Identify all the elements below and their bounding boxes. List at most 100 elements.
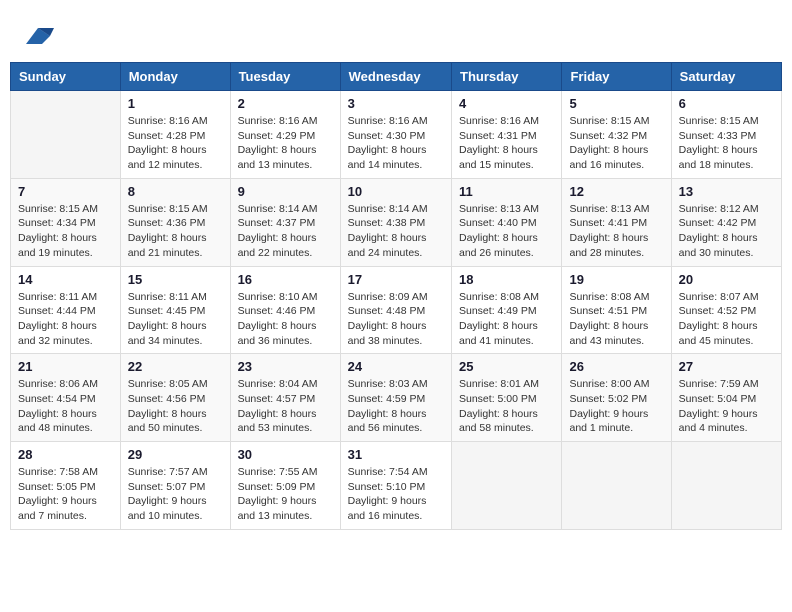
day-info: Sunrise: 8:13 AM Sunset: 4:40 PM Dayligh… — [459, 202, 554, 261]
day-number: 2 — [238, 96, 333, 111]
calendar-cell: 23Sunrise: 8:04 AM Sunset: 4:57 PM Dayli… — [230, 354, 340, 442]
calendar-cell: 26 Sunrise: 8:00 AM Sunset: 5:02 PM Dayli… — [562, 354, 671, 442]
weekday-header-tuesday: Tuesday — [230, 63, 340, 91]
calendar-cell — [671, 442, 781, 530]
day-info: Sunrise: 8:00 AM Sunset: 5:02 PM Dayligh… — [569, 377, 663, 436]
day-number: 26 — [569, 359, 663, 374]
weekday-header-wednesday: Wednesday — [340, 63, 451, 91]
day-number: 31 — [348, 447, 444, 462]
day-number: 3 — [348, 96, 444, 111]
day-info: Sunrise: 8:16 AM Sunset: 4:28 PM Dayligh… — [128, 114, 223, 173]
calendar-cell: 30 Sunrise: 7:55 AM Sunset: 5:09 PM Dayli… — [230, 442, 340, 530]
day-number: 29 — [128, 447, 223, 462]
calendar-cell: 2 Sunrise: 8:16 AM Sunset: 4:29 PM Daylig… — [230, 91, 340, 179]
day-number: 7 — [18, 184, 113, 199]
day-info: Sunrise: 7:58 AM Sunset: 5:05 PM Dayligh… — [18, 465, 113, 524]
day-info: Sunrise: 8:15 AM Sunset: 4:34 PM Dayligh… — [18, 202, 113, 261]
day-info: Sunrise: 7:57 AM Sunset: 5:07 PM Dayligh… — [128, 465, 223, 524]
day-info: Sunrise: 8:09 AM Sunset: 4:48 PM Dayligh… — [348, 290, 444, 349]
weekday-header-row: SundayMondayTuesdayWednesdayThursdayFrid… — [11, 63, 782, 91]
day-number: 16 — [238, 272, 333, 287]
day-info: Sunrise: 8:11 AM Sunset: 4:45 PM Dayligh… — [128, 290, 223, 349]
weekday-header-monday: Monday — [120, 63, 230, 91]
page-header — [10, 10, 782, 57]
day-number: 6 — [679, 96, 774, 111]
weekday-header-saturday: Saturday — [671, 63, 781, 91]
calendar-cell: 7 Sunrise: 8:15 AM Sunset: 4:34 PM Daylig… — [11, 178, 121, 266]
calendar-cell: 5 Sunrise: 8:15 AM Sunset: 4:32 PM Daylig… — [562, 91, 671, 179]
day-info: Sunrise: 8:06 AM Sunset: 4:54 PM Dayligh… — [18, 377, 113, 436]
day-info: Sunrise: 8:07 AM Sunset: 4:52 PM Dayligh… — [679, 290, 774, 349]
calendar-cell: 29 Sunrise: 7:57 AM Sunset: 5:07 PM Dayli… — [120, 442, 230, 530]
calendar-cell: 4 Sunrise: 8:16 AM Sunset: 4:31 PM Daylig… — [452, 91, 562, 179]
calendar-cell: 6 Sunrise: 8:15 AM Sunset: 4:33 PM Daylig… — [671, 91, 781, 179]
calendar-cell: 3 Sunrise: 8:16 AM Sunset: 4:30 PM Daylig… — [340, 91, 451, 179]
calendar-week-row: 14 Sunrise: 8:11 AM Sunset: 4:44 PM Dayli… — [11, 266, 782, 354]
day-info: Sunrise: 8:16 AM Sunset: 4:31 PM Dayligh… — [459, 114, 554, 173]
weekday-header-thursday: Thursday — [452, 63, 562, 91]
calendar-cell: 12Sunrise: 8:13 AM Sunset: 4:41 PM Dayli… — [562, 178, 671, 266]
calendar-cell: 21 Sunrise: 8:06 AM Sunset: 4:54 PM Dayli… — [11, 354, 121, 442]
day-number: 25 — [459, 359, 554, 374]
day-info: Sunrise: 8:15 AM Sunset: 4:33 PM Dayligh… — [679, 114, 774, 173]
day-number: 18 — [459, 272, 554, 287]
day-info: Sunrise: 8:15 AM Sunset: 4:32 PM Dayligh… — [569, 114, 663, 173]
day-info: Sunrise: 8:05 AM Sunset: 4:56 PM Dayligh… — [128, 377, 223, 436]
day-number: 5 — [569, 96, 663, 111]
day-number: 4 — [459, 96, 554, 111]
calendar-cell — [452, 442, 562, 530]
calendar-week-row: 1 Sunrise: 8:16 AM Sunset: 4:28 PM Daylig… — [11, 91, 782, 179]
day-number: 8 — [128, 184, 223, 199]
day-number: 17 — [348, 272, 444, 287]
day-info: Sunrise: 7:59 AM Sunset: 5:04 PM Dayligh… — [679, 377, 774, 436]
day-info: Sunrise: 8:08 AM Sunset: 4:51 PM Dayligh… — [569, 290, 663, 349]
day-info: Sunrise: 8:10 AM Sunset: 4:46 PM Dayligh… — [238, 290, 333, 349]
day-number: 10 — [348, 184, 444, 199]
day-info: Sunrise: 8:16 AM Sunset: 4:30 PM Dayligh… — [348, 114, 444, 173]
day-number: 27 — [679, 359, 774, 374]
day-info: Sunrise: 8:15 AM Sunset: 4:36 PM Dayligh… — [128, 202, 223, 261]
day-info: Sunrise: 8:12 AM Sunset: 4:42 PM Dayligh… — [679, 202, 774, 261]
calendar-week-row: 21 Sunrise: 8:06 AM Sunset: 4:54 PM Dayli… — [11, 354, 782, 442]
calendar-cell: 22Sunrise: 8:05 AM Sunset: 4:56 PM Dayli… — [120, 354, 230, 442]
day-number: 24 — [348, 359, 444, 374]
calendar-cell: 20Sunrise: 8:07 AM Sunset: 4:52 PM Dayli… — [671, 266, 781, 354]
calendar-cell: 31Sunrise: 7:54 AM Sunset: 5:10 PM Dayli… — [340, 442, 451, 530]
day-number: 23 — [238, 359, 333, 374]
calendar-week-row: 7 Sunrise: 8:15 AM Sunset: 4:34 PM Daylig… — [11, 178, 782, 266]
day-info: Sunrise: 8:11 AM Sunset: 4:44 PM Dayligh… — [18, 290, 113, 349]
day-info: Sunrise: 8:14 AM Sunset: 4:37 PM Dayligh… — [238, 202, 333, 261]
day-info: Sunrise: 8:13 AM Sunset: 4:41 PM Dayligh… — [569, 202, 663, 261]
calendar-cell: 19 Sunrise: 8:08 AM Sunset: 4:51 PM Dayli… — [562, 266, 671, 354]
calendar-cell — [562, 442, 671, 530]
calendar-cell: 25 Sunrise: 8:01 AM Sunset: 5:00 PM Dayli… — [452, 354, 562, 442]
calendar-cell: 28 Sunrise: 7:58 AM Sunset: 5:05 PM Dayli… — [11, 442, 121, 530]
day-info: Sunrise: 7:55 AM Sunset: 5:09 PM Dayligh… — [238, 465, 333, 524]
day-info: Sunrise: 8:03 AM Sunset: 4:59 PM Dayligh… — [348, 377, 444, 436]
calendar-cell: 13Sunrise: 8:12 AM Sunset: 4:42 PM Dayli… — [671, 178, 781, 266]
day-number: 14 — [18, 272, 113, 287]
day-info: Sunrise: 8:08 AM Sunset: 4:49 PM Dayligh… — [459, 290, 554, 349]
calendar-cell: 11Sunrise: 8:13 AM Sunset: 4:40 PM Dayli… — [452, 178, 562, 266]
day-number: 9 — [238, 184, 333, 199]
day-number: 28 — [18, 447, 113, 462]
day-info: Sunrise: 8:14 AM Sunset: 4:38 PM Dayligh… — [348, 202, 444, 261]
calendar-cell: 27 Sunrise: 7:59 AM Sunset: 5:04 PM Dayli… — [671, 354, 781, 442]
day-number: 21 — [18, 359, 113, 374]
calendar-cell: 16 Sunrise: 8:10 AM Sunset: 4:46 PM Dayli… — [230, 266, 340, 354]
day-number: 1 — [128, 96, 223, 111]
day-info: Sunrise: 8:01 AM Sunset: 5:00 PM Dayligh… — [459, 377, 554, 436]
day-info: Sunrise: 8:16 AM Sunset: 4:29 PM Dayligh… — [238, 114, 333, 173]
calendar-cell: 14 Sunrise: 8:11 AM Sunset: 4:44 PM Dayli… — [11, 266, 121, 354]
logo-text — [20, 20, 54, 52]
calendar-cell: 9 Sunrise: 8:14 AM Sunset: 4:37 PM Daylig… — [230, 178, 340, 266]
day-number: 30 — [238, 447, 333, 462]
calendar-cell: 17 Sunrise: 8:09 AM Sunset: 4:48 PM Dayli… — [340, 266, 451, 354]
calendar-cell: 24 Sunrise: 8:03 AM Sunset: 4:59 PM Dayli… — [340, 354, 451, 442]
calendar-cell: 15Sunrise: 8:11 AM Sunset: 4:45 PM Dayli… — [120, 266, 230, 354]
day-number: 19 — [569, 272, 663, 287]
calendar-table: SundayMondayTuesdayWednesdayThursdayFrid… — [10, 62, 782, 530]
weekday-header-sunday: Sunday — [11, 63, 121, 91]
calendar-week-row: 28 Sunrise: 7:58 AM Sunset: 5:05 PM Dayli… — [11, 442, 782, 530]
logo — [20, 20, 54, 52]
